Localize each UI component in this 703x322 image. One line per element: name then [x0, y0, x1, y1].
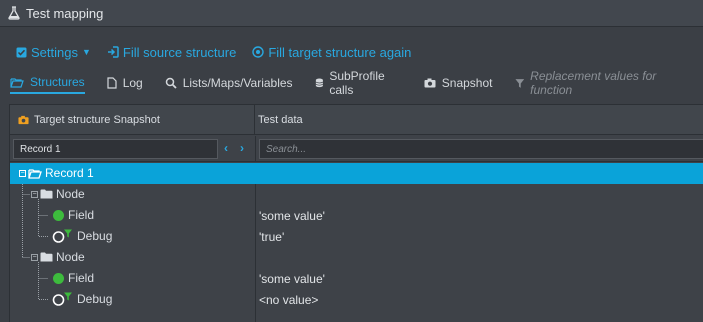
tab-structures-label: Structures	[30, 75, 85, 89]
target-icon	[252, 46, 265, 58]
column-divider	[255, 136, 256, 162]
tree-row-debug[interactable]: Debug 'true'	[10, 226, 703, 247]
tree-node-node: Node	[40, 250, 85, 264]
tree-node-label: Field	[68, 208, 95, 222]
circle-filled-icon	[53, 272, 64, 284]
tree-node-label: Debug	[77, 229, 113, 243]
folder-icon	[40, 189, 53, 199]
tab-lists-label: Lists/Maps/Variables	[182, 76, 293, 90]
record-select[interactable]: Record 1	[13, 139, 218, 159]
tree-node-field: Field	[52, 208, 94, 222]
tab-subprofile-label: SubProfile calls	[329, 69, 385, 97]
window-titlebar: Test mapping	[0, 0, 703, 27]
folder-open-icon	[10, 77, 24, 88]
settings-label: Settings	[31, 44, 78, 60]
tree-row-field[interactable]: Field 'some value'	[10, 205, 703, 226]
grid-header: Target structure Snapshot Test data	[10, 105, 703, 135]
tree-node-label: Field	[68, 271, 95, 285]
tab-replacement-values: Replacement values for function	[514, 69, 682, 97]
settings-button[interactable]: Settings ▼	[16, 45, 91, 60]
tree-row-debug[interactable]: Debug <no value>	[10, 289, 703, 310]
flask-icon	[8, 6, 20, 20]
sign-in-icon	[107, 46, 119, 58]
action-bar: Settings ▼ Fill source structure Fill ta…	[16, 44, 427, 60]
search-icon	[165, 77, 177, 89]
tab-replacement-label: Replacement values for function	[530, 69, 657, 97]
tree-node-label: Debug	[77, 292, 113, 306]
circle-outline-filter-icon	[52, 292, 72, 306]
chevron-down-icon: ▼	[81, 47, 91, 57]
search-input[interactable]	[259, 139, 703, 159]
checkbox-icon	[16, 47, 27, 57]
fill-source-label: Fill source structure	[122, 44, 237, 60]
test-data-value: <no value>	[259, 292, 319, 307]
record-select-value: Record 1	[20, 143, 61, 155]
tree-node-record: Record 1	[28, 166, 94, 180]
fill-target-label: Fill target structure again	[268, 44, 412, 60]
collapse-toggle[interactable]: −	[19, 170, 26, 177]
tree-node-label: Node	[56, 250, 85, 264]
column-header-test-data[interactable]: Test data	[256, 105, 303, 135]
window-title: Test mapping	[26, 5, 104, 21]
chevron-right-icon[interactable]: ›	[240, 141, 244, 155]
tree-node-debug: Debug	[52, 292, 112, 306]
tab-snapshot[interactable]: Snapshot	[424, 72, 493, 94]
tree-node-label: Node	[56, 187, 85, 201]
fill-target-button[interactable]: Fill target structure again	[252, 45, 411, 60]
folder-open-icon	[28, 168, 42, 179]
tree-rows: − Record 1 − Node Field 'some value' Deb…	[10, 163, 703, 322]
tab-bar: Structures Log Lists/Maps/Variables SubP…	[10, 69, 703, 97]
tree-node-field: Field	[52, 271, 94, 285]
column-header-test-data-label: Test data	[258, 114, 303, 126]
camera-icon	[424, 78, 436, 88]
test-data-value: 'some value'	[259, 271, 325, 286]
tab-log-label: Log	[122, 76, 143, 90]
tree-row-field[interactable]: Field 'some value'	[10, 268, 703, 289]
circle-filled-icon	[53, 209, 64, 221]
toolbar: Settings ▼ Fill source structure Fill ta…	[0, 28, 703, 102]
tab-snapshot-label: Snapshot	[441, 76, 493, 90]
tree-row-node[interactable]: − Node	[10, 184, 703, 205]
circle-outline-filter-icon	[52, 229, 72, 243]
chevron-left-icon[interactable]: ‹	[224, 141, 228, 155]
tree-node-node: Node	[40, 187, 85, 201]
tab-log[interactable]: Log	[107, 72, 143, 94]
database-icon	[315, 78, 323, 88]
tree-node-debug: Debug	[52, 229, 112, 243]
tab-lists-maps-variables[interactable]: Lists/Maps/Variables	[165, 72, 293, 94]
tree-node-label: Record 1	[45, 166, 94, 180]
filter-icon	[514, 78, 524, 88]
collapse-toggle[interactable]: −	[31, 191, 38, 198]
tree-row-node[interactable]: − Node	[10, 247, 703, 268]
column-header-target[interactable]: Target structure Snapshot	[10, 105, 255, 135]
test-data-value: 'true'	[259, 229, 285, 244]
filter-row: Record 1 ‹ ›	[10, 136, 703, 162]
structure-grid: Target structure Snapshot Test data Reco…	[9, 104, 703, 322]
tab-structures[interactable]: Structures	[10, 72, 85, 94]
tree-row-record[interactable]: − Record 1	[10, 163, 703, 184]
tab-subprofile-calls[interactable]: SubProfile calls	[315, 69, 402, 97]
collapse-toggle[interactable]: −	[31, 254, 38, 261]
camera-icon	[18, 115, 29, 125]
folder-icon	[40, 252, 53, 262]
document-icon	[107, 77, 117, 89]
column-header-target-label: Target structure Snapshot	[34, 114, 160, 126]
fill-source-button[interactable]: Fill source structure	[107, 45, 236, 60]
test-data-value: 'some value'	[259, 208, 325, 223]
